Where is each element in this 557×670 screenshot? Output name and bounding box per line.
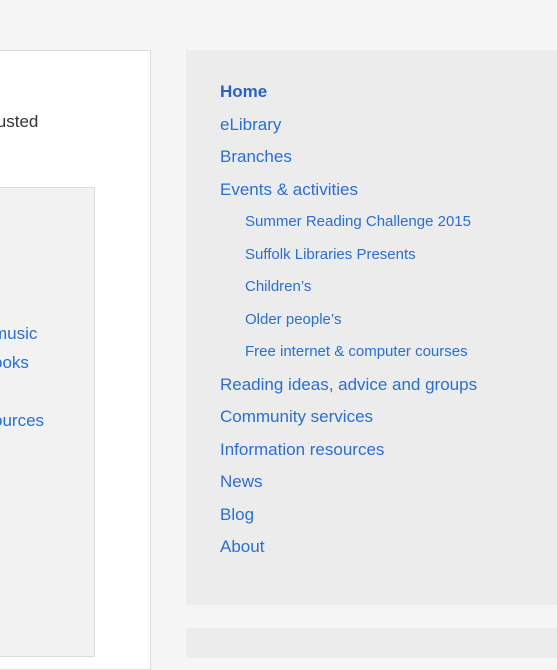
main-body-text: justed <box>0 112 39 131</box>
nav-subitem-childrens[interactable]: Children’s <box>220 273 477 306</box>
nav-item-events-activities[interactable]: Events & activities <box>220 176 477 209</box>
related-link-music[interactable]: music <box>0 324 37 344</box>
nav-subitem-older-peoples[interactable]: Older people’s <box>220 306 477 339</box>
nav-subitem-summer-reading-challenge[interactable]: Summer Reading Challenge 2015 <box>220 208 477 241</box>
related-link-resources[interactable]: ources <box>0 411 44 431</box>
nav-item-blog[interactable]: Blog <box>220 501 477 534</box>
nav-item-reading-ideas[interactable]: Reading ideas, advice and groups <box>220 371 477 404</box>
nav-item-community-services[interactable]: Community services <box>220 403 477 436</box>
nav-item-news[interactable]: News <box>220 468 477 501</box>
sidebar-secondary-panel <box>186 628 557 658</box>
nav-subitem-free-internet-courses[interactable]: Free internet & computer courses <box>220 338 477 371</box>
nav-item-about[interactable]: About <box>220 533 477 566</box>
nav-item-elibrary[interactable]: eLibrary <box>220 111 477 144</box>
nav-subitem-suffolk-libraries-presents[interactable]: Suffolk Libraries Presents <box>220 241 477 274</box>
nav-item-branches[interactable]: Branches <box>220 143 477 176</box>
sidebar-nav-list: Home eLibrary Branches Events & activiti… <box>220 78 477 566</box>
nav-item-information-resources[interactable]: Information resources <box>220 436 477 469</box>
related-link-books[interactable]: ooks <box>0 353 29 373</box>
nav-item-home[interactable]: Home <box>220 78 477 111</box>
